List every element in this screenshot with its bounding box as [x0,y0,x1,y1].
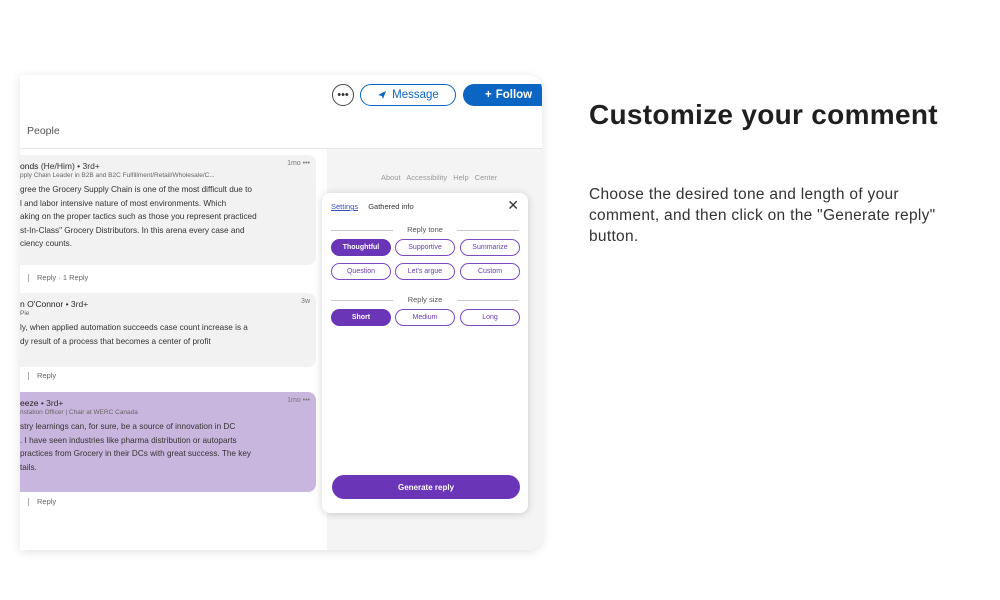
more-options-button[interactable]: ••• [332,84,354,106]
generate-reply-button[interactable]: Generate reply [332,475,520,499]
send-icon [378,91,387,99]
reply-button[interactable]: Reply [37,371,56,380]
comment-actions: Reply [20,497,56,507]
comment-time: 1mo ••• [287,160,310,167]
plus-icon: + [485,89,492,101]
comments-list: onds (He/Him) • 3rd+ pply Chain Leader i… [20,149,316,550]
follow-button-label: Follow [495,89,533,101]
comment-item: onds (He/Him) • 3rd+ pply Chain Leader i… [20,155,316,265]
follow-button[interactable]: + Follow [463,84,542,106]
tone-chip-supportive[interactable]: Supportive [395,239,455,256]
comment-actions: Reply [20,371,56,381]
tone-chip-thoughtful[interactable]: Thoughtful [331,239,391,256]
reply-size-section: Reply size [331,295,519,305]
reply-button[interactable]: Reply [37,273,56,282]
subnav-people[interactable]: People [27,125,60,137]
ellipsis-icon: ••• [337,88,349,101]
comment-text: ly, when applied automation succeeds cas… [20,323,248,346]
panel-tabs: Settings Gathered info [331,202,414,211]
comment-actions: Reply · 1 Reply [20,273,88,283]
screenshot-card: ••• Message + Follow People onds (He/Him… [20,75,542,550]
message-button[interactable]: Message [360,84,456,106]
tone-chip-summarize[interactable]: Summarize [460,239,520,256]
profile-topbar: ••• Message + Follow [20,75,542,115]
comment-text: stry learnings can, for sure, be a sourc… [20,422,251,472]
size-chip-short[interactable]: Short [331,309,391,326]
comment-item-highlighted: eeze • 3rd+ nstation Officer | Chair at … [20,392,316,492]
comment-headline: pply Chain Leader in B2B and B2C Fulfill… [20,172,215,179]
reply-tone-section: Reply tone [331,225,519,235]
comment-headline: Pie [20,310,30,317]
subnav: People [20,115,542,149]
reply-settings-panel: Settings Gathered info ✕ Reply tone Thou… [322,193,528,513]
comment-item: n O'Connor • 3rd+ Pie 3w ly, when applie… [20,293,316,367]
tab-gathered-info[interactable]: Gathered info [368,202,413,211]
size-chip-medium[interactable]: Medium [395,309,455,326]
comment-author[interactable]: n O'Connor • 3rd+ [20,299,310,309]
comment-text: gree the Grocery Supply Chain is one of … [20,185,257,248]
comment-time: 3w [301,298,310,305]
promo-heading: Customize your comment [589,99,938,130]
footer-links: About Accessibility Help Center [381,173,498,182]
comment-author[interactable]: onds (He/Him) • 3rd+ [20,161,310,171]
replies-link[interactable]: 1 Reply [63,273,88,282]
tone-chip-lets-argue[interactable]: Let's argue [395,263,455,280]
tone-chip-question[interactable]: Question [331,263,391,280]
comment-author[interactable]: eeze • 3rd+ [20,398,310,408]
reply-button[interactable]: Reply [37,497,56,506]
comment-time: 1mo ••• [287,397,310,404]
tone-chip-custom[interactable]: Custom [460,263,520,280]
stage: ••• Message + Follow People onds (He/Him… [0,0,1000,600]
promo-description: Choose the desired tone and length of yo… [589,186,936,245]
size-chip-long[interactable]: Long [460,309,520,326]
message-button-label: Message [392,89,439,101]
tab-settings[interactable]: Settings [331,202,358,211]
close-icon[interactable]: ✕ [507,198,519,212]
comment-headline: nstation Officer | Chair at WERC Canada [20,409,138,416]
